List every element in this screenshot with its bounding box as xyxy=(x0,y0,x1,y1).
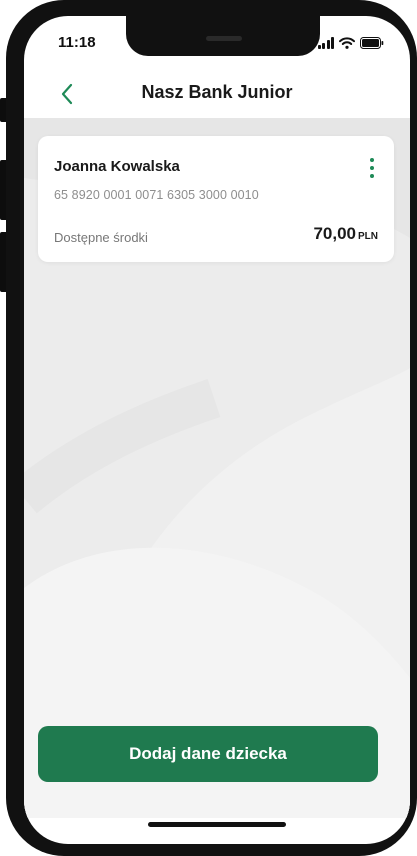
currency-label: PLN xyxy=(358,231,378,242)
account-number: 65 8920 0001 0071 6305 3000 0010 xyxy=(54,188,259,202)
wifi-icon xyxy=(339,37,355,49)
add-child-data-button[interactable]: Dodaj dane dziecka xyxy=(38,726,378,782)
home-indicator[interactable] xyxy=(148,822,286,827)
account-holder-name: Joanna Kowalska xyxy=(54,158,180,175)
account-card[interactable]: Joanna Kowalska 65 8920 0001 0071 6305 3… xyxy=(38,136,394,262)
status-icons xyxy=(317,35,385,49)
available-amount-value: 70,00 xyxy=(313,224,356,243)
page-title: Nasz Bank Junior xyxy=(141,82,293,102)
battery-icon xyxy=(360,37,384,49)
top-navigation: Nasz Bank Junior xyxy=(24,68,410,124)
phone-screen: 11:18 Nasz Bank Junior Joanna Kowalska 6… xyxy=(24,16,410,844)
phone-frame: 11:18 Nasz Bank Junior Joanna Kowalska 6… xyxy=(6,0,417,856)
notch xyxy=(126,16,320,56)
status-time: 11:18 xyxy=(58,34,96,51)
available-funds-amount: 70,00 PLN xyxy=(313,224,378,244)
available-funds-label: Dostępne środki xyxy=(54,230,148,245)
more-vertical-icon[interactable] xyxy=(362,154,382,182)
main-content: Joanna Kowalska 65 8920 0001 0071 6305 3… xyxy=(24,118,410,818)
speaker-grill xyxy=(206,36,242,41)
cellular-signal-icon xyxy=(317,37,334,49)
